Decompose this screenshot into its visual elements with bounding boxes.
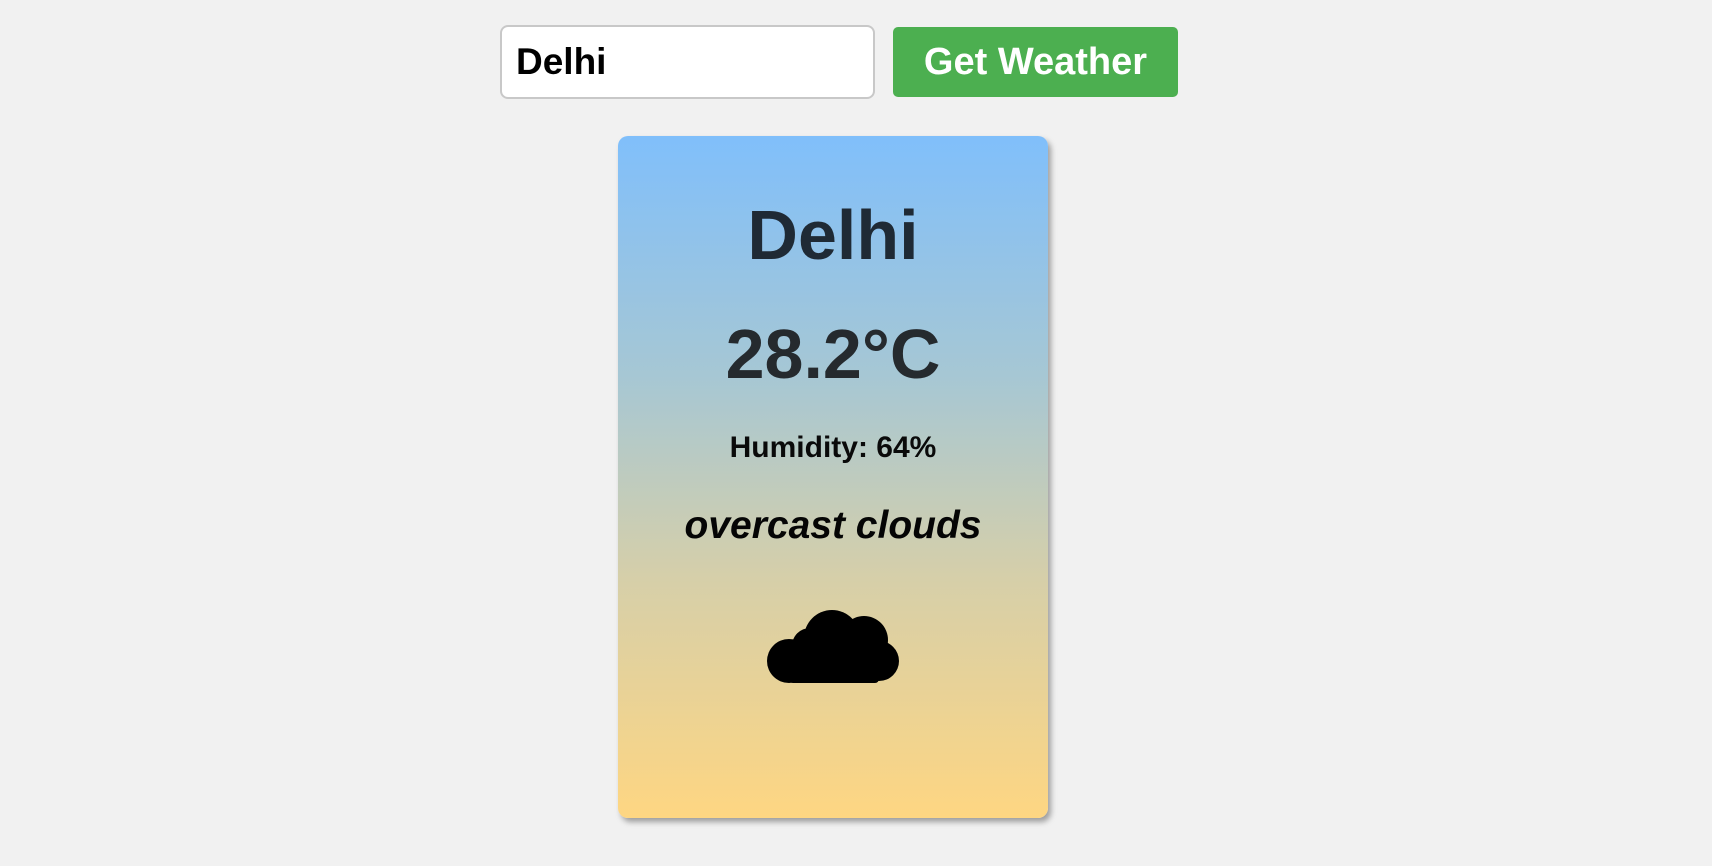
search-bar: Get Weather [500,25,1178,99]
weather-card: Delhi 28.2°C Humidity: 64% overcast clou… [618,136,1048,818]
humidity: Humidity: 64% [729,431,937,464]
city-name: Delhi [747,196,919,274]
get-weather-button[interactable]: Get Weather [893,27,1178,97]
cloud-icon [767,610,899,683]
city-input[interactable] [500,25,875,99]
weather-description: overcast clouds [684,504,982,547]
temperature: 28.2°C [725,315,941,393]
